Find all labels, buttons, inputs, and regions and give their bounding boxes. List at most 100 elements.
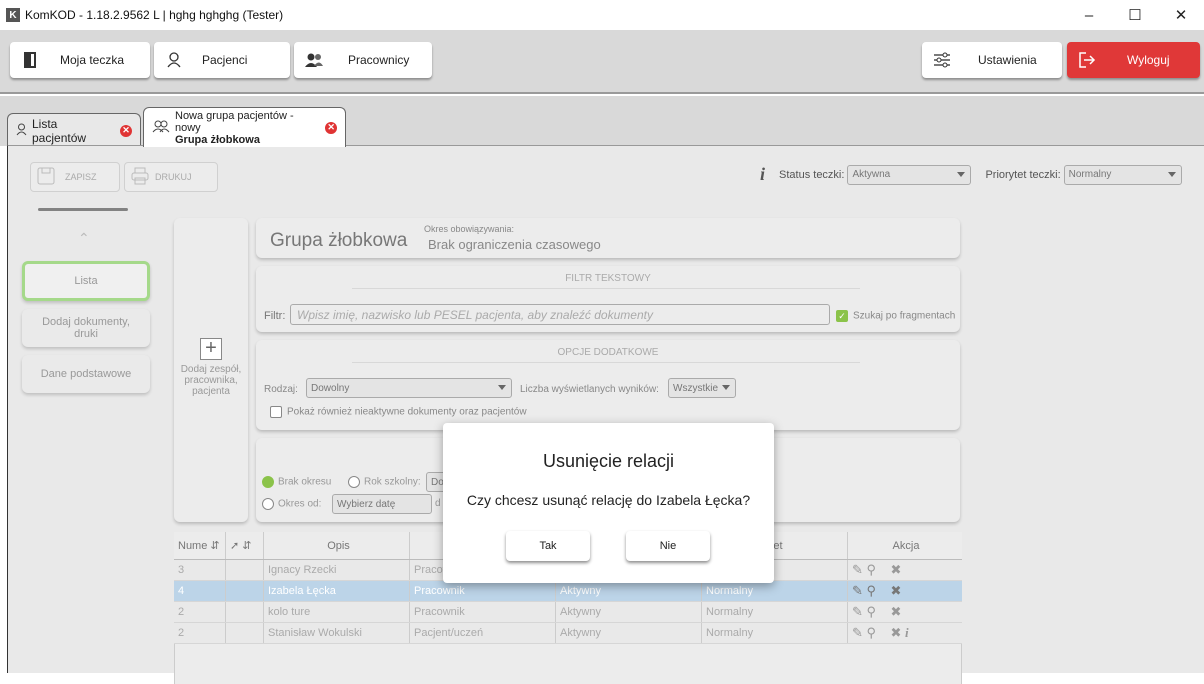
pracownicy-label: Pracownicy [348,53,410,67]
ustawienia-button[interactable]: Ustawienia [922,42,1062,78]
close-tab-icon[interactable]: ✕ [325,121,337,134]
priorytet-select[interactable]: Normalny [1063,164,1182,185]
date-from-input[interactable]: Wybierz datę [332,494,432,514]
close-tab-icon[interactable]: ✕ [120,124,132,137]
drukuj-button[interactable]: DRUKUJ [124,162,218,192]
tab-label-line2: Grupa żłobkowa [175,133,260,146]
okres-value: Brak ograniczenia czasowego [428,237,601,252]
liczba-label: Liczba wyświetlanych wyników: [520,384,659,395]
search-icon[interactable]: ⚲ [867,625,877,641]
priorytet-label: Priorytet teczki: [985,168,1061,181]
nav-item-dane-podstawowe[interactable]: Dane podstawowe [22,355,150,393]
table-row[interactable]: 2 Stanisław Wokulski Pacjent/uczeń Aktyw… [174,623,962,644]
edit-icon[interactable]: ✎ [852,625,863,641]
options-section: OPCJE DODATKOWE Rodzaj: Dowolny Liczba w… [256,340,960,430]
rok-szkolny-radio[interactable]: Rok szkolny: [348,476,421,488]
info-icon[interactable]: i [760,164,765,185]
settings-sliders-icon [926,52,958,68]
unlink-icon[interactable]: ✖ [891,562,902,578]
user-icon [16,123,27,139]
yes-button[interactable]: Tak [506,531,590,561]
pacjenci-label: Pacjenci [202,53,248,67]
check-icon: ✓ [836,310,848,322]
unlink-icon[interactable]: ✖ [891,583,902,599]
date-to-label: d [435,498,441,509]
options-section-title: OPCJE DODATKOWE [557,347,659,358]
plus-icon: + [200,338,222,360]
nieaktywne-checkbox[interactable]: Pokaż również nieaktywne dokumenty oraz … [270,406,527,418]
unlink-icon[interactable]: ✖ [891,604,902,620]
status-row: i Status teczki: Aktywna Priorytet teczk… [760,164,1182,185]
nav-item-dodaj-dokumenty[interactable]: Dodaj dokumenty, druki [22,309,150,347]
tab-nowa-grupa[interactable]: Nowa grupa pacjentów - nowy Grupa żłobko… [143,107,346,147]
chevron-up-icon[interactable]: ⌃ [78,230,90,247]
search-icon[interactable]: ⚲ [867,604,877,620]
users-icon [152,120,170,136]
title-bar: K KomKOD - 1.18.2.9562 L | hghg hghghg (… [0,0,1204,30]
moja-teczka-button[interactable]: Moja teczka [10,42,150,78]
pracownicy-button[interactable]: Pracownicy [294,42,432,78]
ustawienia-label: Ustawienia [978,53,1037,67]
nav-divider [38,208,128,211]
pin-icon: ➚ [230,540,240,552]
okres-od-radio[interactable]: Okres od: [262,498,321,510]
status-select[interactable]: Aktywna [847,164,972,185]
save-icon [37,167,55,187]
confirm-dialog: Usunięcie relacji Czy chcesz usunąć rela… [443,423,774,583]
work-area: ZAPISZ DRUKUJ i Status teczki: Aktywna P… [7,145,1204,684]
moja-teczka-label: Moja teczka [60,53,125,67]
left-nav: Lista Dodaj dokumenty, druki Dane podsta… [22,261,154,401]
col-header-opis[interactable]: Opis [264,532,410,559]
group-header: Grupa żłobkowa Okres obowiązywania: Brak… [256,218,960,258]
add-member-panel[interactable]: + Dodaj zespół, pracownika, pacjenta [174,218,248,522]
wyloguj-button[interactable]: Wyloguj [1067,42,1200,78]
filter-label: Filtr: [264,310,286,322]
edit-icon[interactable]: ✎ [852,562,863,578]
brak-okresu-radio[interactable]: Brak okresu [262,476,331,488]
edit-icon[interactable]: ✎ [852,604,863,620]
user-icon [158,52,190,68]
col-header-akcja: Akcja [892,539,920,552]
group-title: Grupa żłobkowa [270,230,408,251]
filter-input[interactable]: Wpisz imię, nazwisko lub PESEL pacjenta,… [290,304,830,325]
tab-lista-pacjentow[interactable]: Lista pacjentów ✕ [7,113,141,147]
col-header-numer[interactable]: Nume ⇵ [174,532,226,559]
tab-label: Lista pacjentów [32,116,87,145]
status-label: Status teczki: [779,168,845,181]
unlink-icon[interactable]: ✖ [891,625,902,641]
users-icon [298,52,330,68]
tab-label-line1: Nowa grupa pacjentów - nowy [175,109,294,134]
search-icon[interactable]: ⚲ [867,583,877,599]
folder-icon [14,51,46,69]
rodzaj-label: Rodzaj: [264,384,298,395]
info-icon[interactable]: i [905,625,909,641]
table-row[interactable]: 2 kolo ture Pracownik Aktywny Normalny ✎… [174,602,962,623]
maximize-button[interactable]: ☐ [1112,0,1158,30]
close-window-button[interactable]: ✕ [1158,0,1204,30]
wyloguj-label: Wyloguj [1127,53,1170,67]
top-nav-bar: Moja teczka Pacjenci Pracownicy Ustawien… [0,30,1204,94]
edit-icon[interactable]: ✎ [852,583,863,599]
table-row[interactable]: 4 Izabela Łęcka Pracownik Aktywny Normal… [174,581,962,602]
no-button[interactable]: Nie [626,531,710,561]
liczba-select[interactable]: Wszystkie [668,378,736,398]
fragment-checkbox[interactable]: ✓ Szukaj po fragmentach [836,310,955,322]
app-logo-icon: K [6,8,20,22]
filter-section: FILTR TEKSTOWY Filtr: Wpisz imię, nazwis… [256,266,960,332]
dialog-title: Usunięcie relacji [542,451,675,471]
pacjenci-button[interactable]: Pacjenci [154,42,290,78]
zapisz-label: ZAPISZ [65,172,97,182]
logout-icon [1071,51,1103,69]
okres-label: Okres obowiązywania: [424,224,515,234]
rodzaj-select[interactable]: Dowolny [306,378,512,398]
zapisz-button[interactable]: ZAPISZ [30,162,120,192]
minimize-button[interactable]: – [1066,0,1112,30]
search-icon[interactable]: ⚲ [867,562,877,578]
col-header-pin[interactable]: ➚ ⇵ [226,532,264,559]
tab-bar: Lista pacjentów ✕ Nowa grupa pacjentów -… [0,96,1204,147]
drukuj-label: DRUKUJ [155,172,192,182]
filter-section-title: FILTR TEKSTOWY [565,273,651,284]
add-member-label: Dodaj zespół, pracownika, pacjenta [180,364,242,397]
nav-item-lista[interactable]: Lista [22,261,150,301]
print-icon [131,167,149,187]
